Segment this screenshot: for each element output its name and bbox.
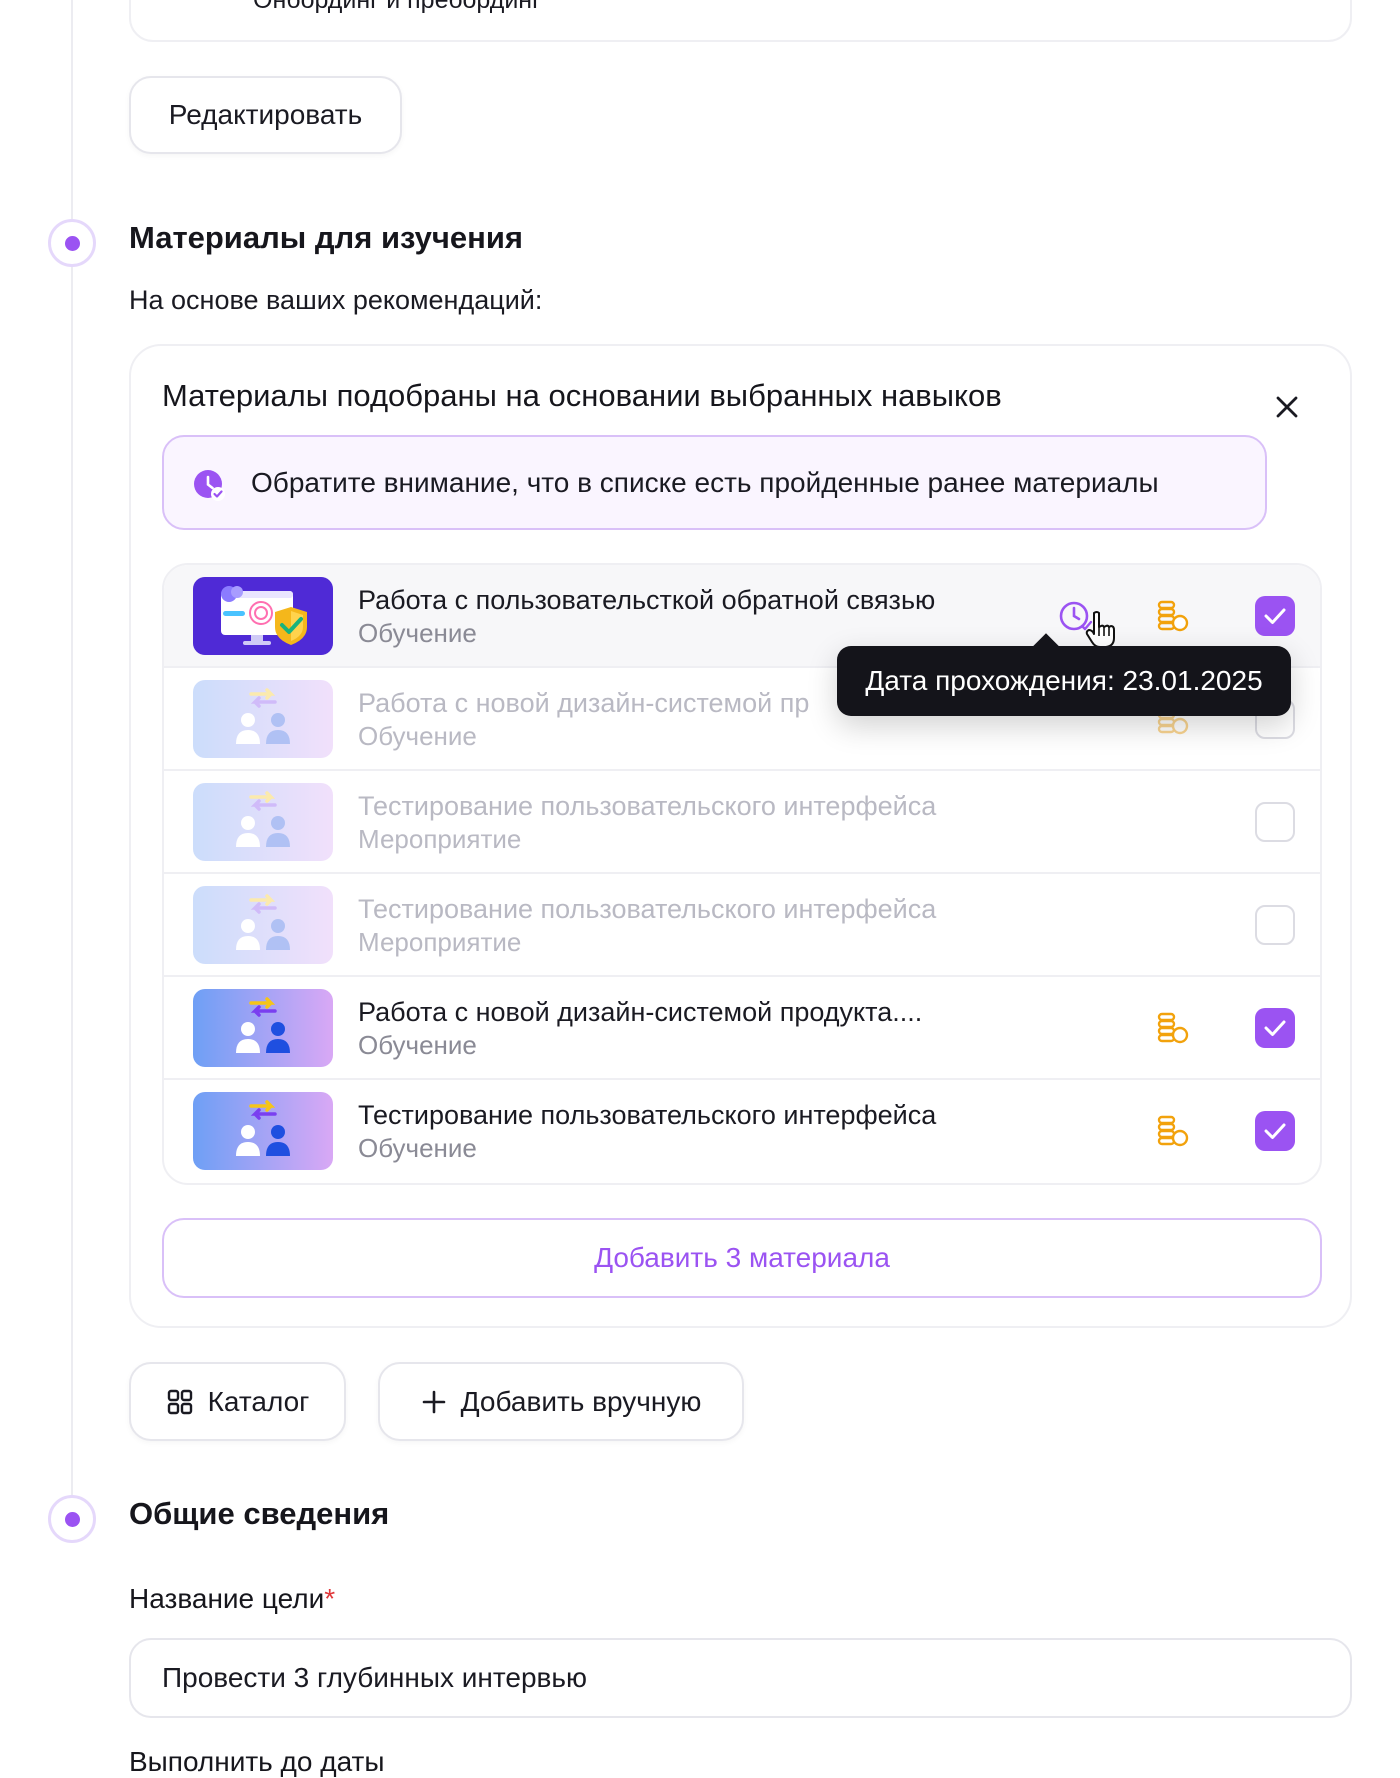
general-heading: Общие сведения — [129, 1496, 390, 1531]
material-checkbox[interactable] — [1255, 1008, 1295, 1048]
material-thumbnail — [193, 783, 333, 861]
list-item[interactable]: Тестирование пользовательского интерфейс… — [164, 874, 1320, 977]
timeline-dot-general — [48, 1495, 96, 1543]
goal-name-label: Название цели* — [129, 1583, 335, 1615]
material-title: Работа с новой дизайн-системой пр — [358, 688, 810, 718]
onboarding-card: Онбординг и пребординг — [129, 0, 1352, 42]
notice-text: Обратите внимание, что в списке есть про… — [251, 467, 1159, 498]
add-manual-label: Добавить вручную — [460, 1385, 702, 1417]
material-title: Тестирование пользовательского интерфейс… — [358, 791, 937, 821]
list-item[interactable]: Тестирование пользовательского интерфейс… — [164, 771, 1320, 874]
material-checkbox[interactable] — [1255, 1111, 1295, 1151]
material-thumbnail — [193, 680, 333, 758]
close-icon[interactable] — [1274, 394, 1300, 420]
coins-icon — [1157, 1115, 1189, 1147]
materials-heading: Материалы для изучения — [129, 220, 523, 255]
material-title: Тестирование пользовательского интерфейс… — [358, 894, 937, 924]
tooltip-text: Дата прохождения: 23.01.2025 — [865, 665, 1263, 696]
material-type: Мероприятие — [358, 927, 522, 957]
coins-icon — [1157, 1012, 1189, 1044]
material-thumbnail — [193, 577, 333, 655]
required-mark: * — [324, 1583, 336, 1614]
material-type: Обучение — [358, 1133, 477, 1163]
cursor-icon — [1085, 611, 1115, 648]
catalog-button[interactable]: Каталог — [129, 1362, 346, 1441]
onboarding-card-text: Онбординг и пребординг — [253, 0, 542, 14]
plus-icon — [422, 1390, 445, 1413]
material-type: Обучение — [358, 1030, 477, 1060]
coins-icon — [1157, 600, 1189, 632]
grid-icon — [167, 1389, 192, 1414]
add-manual-button[interactable]: Добавить вручную — [378, 1362, 744, 1441]
history-check-icon — [194, 470, 225, 501]
material-thumbnail — [193, 1092, 333, 1170]
add-materials-button[interactable]: Добавить 3 материала — [162, 1218, 1322, 1298]
material-checkbox[interactable] — [1255, 596, 1295, 636]
completion-date-tooltip: Дата прохождения: 23.01.2025 — [837, 646, 1291, 716]
material-checkbox[interactable] — [1255, 905, 1295, 945]
material-type: Мероприятие — [358, 824, 522, 854]
material-checkbox[interactable] — [1255, 802, 1295, 842]
materials-card-title: Материалы подобраны на основании выбранн… — [162, 378, 1002, 413]
list-item[interactable]: Работа с новой дизайн-системой продукта.… — [164, 977, 1320, 1080]
catalog-label: Каталог — [207, 1385, 310, 1417]
timeline-dot-materials — [48, 219, 96, 267]
material-type: Обучение — [358, 618, 477, 648]
due-date-label: Выполнить до даты — [129, 1746, 385, 1777]
material-thumbnail — [193, 886, 333, 964]
material-type: Обучение — [358, 721, 477, 751]
list-item[interactable]: Тестирование пользовательского интерфейс… — [164, 1080, 1320, 1183]
check-icon — [1264, 1123, 1286, 1139]
notice-banner: Обратите внимание, что в списке есть про… — [162, 435, 1267, 530]
material-title: Работа с новой дизайн-системой продукта.… — [358, 997, 923, 1027]
materials-subheading: На основе ваших рекомендаций: — [129, 285, 543, 315]
material-title: Работа с пользовательсткой обратной связ… — [358, 585, 936, 615]
material-thumbnail — [193, 989, 333, 1067]
check-icon — [1264, 1020, 1286, 1036]
edit-button[interactable]: Редактировать — [129, 76, 402, 154]
materials-card: Материалы подобраны на основании выбранн… — [129, 344, 1352, 1328]
goal-name-input[interactable] — [129, 1638, 1352, 1718]
check-icon — [1264, 608, 1286, 624]
material-title: Тестирование пользовательского интерфейс… — [358, 1100, 937, 1130]
goal-name-label-text: Название цели — [129, 1583, 325, 1614]
